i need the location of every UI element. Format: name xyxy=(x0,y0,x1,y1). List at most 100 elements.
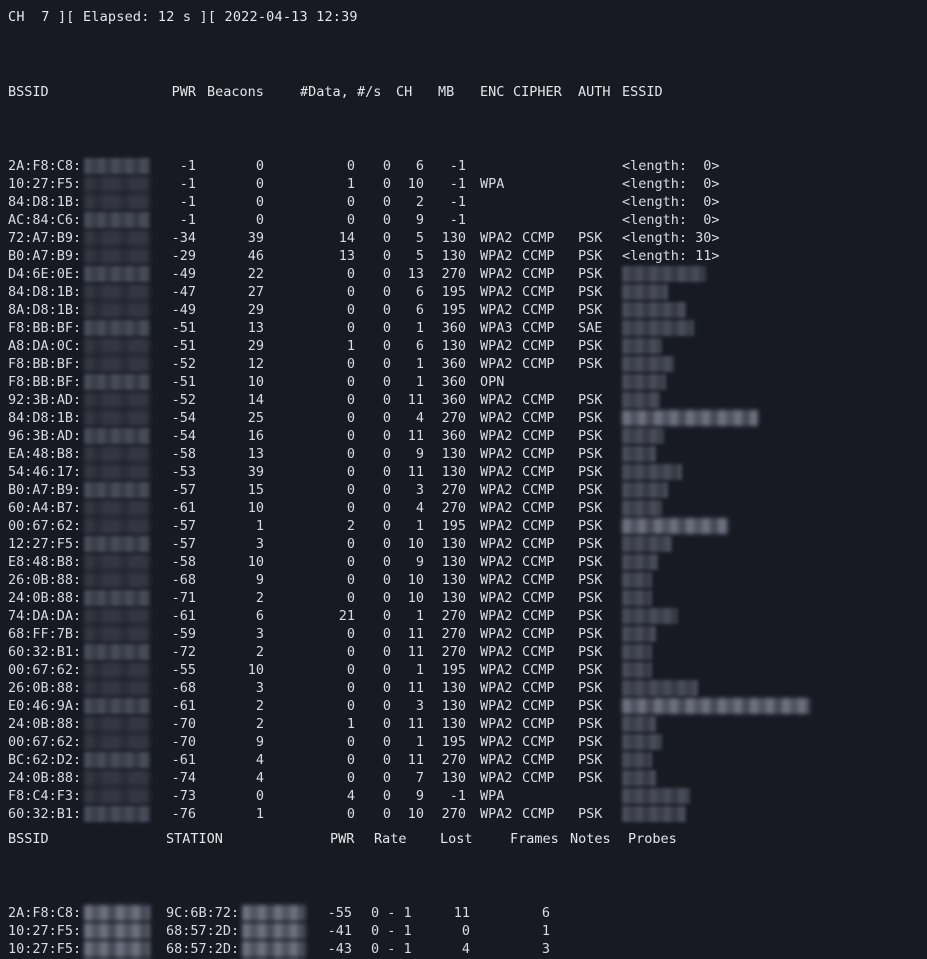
ap-essid-redaction xyxy=(622,464,682,480)
station-mac-redaction xyxy=(242,941,306,957)
ap-data: 0 xyxy=(346,644,355,660)
access-point-row[interactable]: 00:67:62: -70 9 0 0 1 195 WPA2 CCMP PSK xyxy=(0,733,927,751)
ap-auth: SAE xyxy=(578,320,603,336)
ap-beacons: 3 xyxy=(255,536,264,552)
station-col-pwr-header: PWR xyxy=(330,831,355,847)
access-point-row[interactable]: F8:BB:BF: -51 13 0 0 1 360 WPA3 CCMP SAE xyxy=(0,319,927,337)
ap-mb: 360 xyxy=(441,428,466,444)
ap-pwr: -71 xyxy=(171,590,196,606)
ap-pwr: -70 xyxy=(171,716,196,732)
station-row[interactable]: 2A:F8:C8: 9C:6B:72: -55 0 - 1 11 6 xyxy=(0,904,927,922)
ap-enc: WPA2 xyxy=(480,338,513,354)
ap-bssid: 10:27:F5: xyxy=(8,176,82,192)
ap-mb: 130 xyxy=(441,572,466,588)
col-essid-header: ESSID xyxy=(622,84,663,100)
ap-auth: PSK xyxy=(578,284,603,300)
access-point-row[interactable]: AC:84:C6: -1 0 0 0 9 -1 <length: 0> xyxy=(0,211,927,229)
ap-bssid: 8A:D8:1B: xyxy=(8,302,82,318)
ap-pwr: -54 xyxy=(171,428,196,444)
access-point-row[interactable]: EA:48:B8: -58 13 0 0 9 130 WPA2 CCMP PSK xyxy=(0,445,927,463)
ap-cipher: CCMP xyxy=(522,230,555,246)
access-point-row[interactable]: F8:BB:BF: -52 12 0 0 1 360 WPA2 CCMP PSK xyxy=(0,355,927,373)
access-point-row[interactable]: 24:0B:88: -70 2 1 0 11 130 WPA2 CCMP PSK xyxy=(0,715,927,733)
ap-bssid-redaction xyxy=(84,644,150,660)
ap-cipher: CCMP xyxy=(522,608,555,624)
ap-bssid: 00:67:62: xyxy=(8,662,82,678)
access-point-row[interactable]: 92:3B:AD: -52 14 0 0 11 360 WPA2 CCMP PSK xyxy=(0,391,927,409)
ap-pwr: -54 xyxy=(171,410,196,426)
ap-ch: 10 xyxy=(407,536,424,552)
ap-bssid-redaction xyxy=(84,158,150,174)
access-point-row[interactable]: 72:A7:B9: -34 39 14 0 5 130 WPA2 CCMP PSK <length:… xyxy=(0,229,927,247)
access-point-row[interactable]: BC:62:D2: -61 4 0 0 11 270 WPA2 CCMP PSK xyxy=(0,751,927,769)
station-pwr: -41 xyxy=(327,923,352,939)
ap-pwr: -53 xyxy=(171,464,196,480)
ap-bssid: 24:0B:88: xyxy=(8,716,82,732)
ap-bssid: BC:62:D2: xyxy=(8,752,82,768)
access-point-row[interactable]: 54:46:17: -53 39 0 0 11 130 WPA2 CCMP PSK xyxy=(0,463,927,481)
ap-auth: PSK xyxy=(578,734,603,750)
access-point-row[interactable]: 96:3B:AD: -54 16 0 0 11 360 WPA2 CCMP PSK xyxy=(0,427,927,445)
ap-enc: WPA2 xyxy=(480,662,513,678)
access-point-row[interactable]: 60:32:B1: -72 2 0 0 11 270 WPA2 CCMP PSK xyxy=(0,643,927,661)
col-cipher-header: CIPHER xyxy=(513,84,562,100)
ap-bssid-redaction xyxy=(84,608,150,624)
ap-mb: 270 xyxy=(441,266,466,282)
ap-mb: 130 xyxy=(441,536,466,552)
access-point-row[interactable]: D4:6E:0E: -49 22 0 0 13 270 WPA2 CCMP PSK xyxy=(0,265,927,283)
access-point-row[interactable]: 8A:D8:1B: -49 29 0 0 6 195 WPA2 CCMP PSK xyxy=(0,301,927,319)
access-point-row[interactable]: 10:27:F5: -1 0 1 0 10 -1 WPA <length: 0> xyxy=(0,175,927,193)
access-point-row[interactable]: 84:D8:1B: -1 0 0 0 2 -1 <length: 0> xyxy=(0,193,927,211)
ap-beacons: 3 xyxy=(255,680,264,696)
ap-bssid: 24:0B:88: xyxy=(8,770,82,786)
ap-ch: 6 xyxy=(415,284,424,300)
access-point-row[interactable]: 60:A4:B7: -61 10 0 0 4 270 WPA2 CCMP PSK xyxy=(0,499,927,517)
ap-cipher: CCMP xyxy=(522,752,555,768)
access-point-row[interactable]: 26:0B:88: -68 3 0 0 11 130 WPA2 CCMP PSK xyxy=(0,679,927,697)
access-point-row[interactable]: 84:D8:1B: -47 27 0 0 6 195 WPA2 CCMP PSK xyxy=(0,283,927,301)
access-point-row[interactable]: A8:DA:0C: -51 29 1 0 6 130 WPA2 CCMP PSK xyxy=(0,337,927,355)
ap-enc: WPA2 xyxy=(480,482,513,498)
access-point-row[interactable]: 26:0B:88: -68 9 0 0 10 130 WPA2 CCMP PSK xyxy=(0,571,927,589)
ap-data: 0 xyxy=(346,392,355,408)
ap-mb: 360 xyxy=(441,320,466,336)
station-frames: 6 xyxy=(541,905,550,921)
ap-enc: WPA2 xyxy=(480,644,513,660)
access-point-row[interactable]: B0:A7:B9: -57 15 0 0 3 270 WPA2 CCMP PSK xyxy=(0,481,927,499)
ap-enc: WPA2 xyxy=(480,284,513,300)
ap-bssid-redaction xyxy=(84,410,150,426)
col-beacons-header: Beacons xyxy=(207,84,264,100)
access-point-row[interactable]: 12:27:F5: -57 3 0 0 10 130 WPA2 CCMP PSK xyxy=(0,535,927,553)
ap-persec: 0 xyxy=(382,374,391,390)
access-point-row[interactable]: 00:67:62: -55 10 0 0 1 195 WPA2 CCMP PSK xyxy=(0,661,927,679)
ap-data: 0 xyxy=(346,680,355,696)
access-point-row[interactable]: F8:BB:BF: -51 10 0 0 1 360 OPN xyxy=(0,373,927,391)
ap-mb: 195 xyxy=(441,302,466,318)
access-point-row[interactable]: E8:48:B8: -58 10 0 0 9 130 WPA2 CCMP PSK xyxy=(0,553,927,571)
station-mac: 9C:6B:72: xyxy=(166,905,240,921)
ap-bssid: F8:BB:BF: xyxy=(8,374,82,390)
ap-essid-redaction xyxy=(622,608,678,624)
station-rows: 2A:F8:C8: 9C:6B:72: -55 0 - 1 11 6 10:27:F5: 68… xyxy=(0,904,927,959)
ap-cipher: CCMP xyxy=(522,626,555,642)
access-point-row[interactable]: 68:FF:7B: -59 3 0 0 11 270 WPA2 CCMP PSK xyxy=(0,625,927,643)
station-rate: 0 - 1 xyxy=(371,941,412,957)
access-point-row[interactable]: 24:0B:88: -71 2 0 0 10 130 WPA2 CCMP PSK xyxy=(0,589,927,607)
access-point-row[interactable]: E0:46:9A: -61 2 0 0 3 130 WPA2 CCMP PSK xyxy=(0,697,927,715)
access-point-row[interactable]: 00:67:62: -57 1 2 0 1 195 WPA2 CCMP PSK xyxy=(0,517,927,535)
ap-cipher: CCMP xyxy=(522,680,555,696)
station-row[interactable]: 10:27:F5: 68:57:2D: -43 0 - 1 4 3 xyxy=(0,940,927,958)
ap-persec: 0 xyxy=(382,446,391,462)
access-point-row[interactable]: 74:DA:DA: -61 6 21 0 1 270 WPA2 CCMP PSK xyxy=(0,607,927,625)
ap-bssid-redaction xyxy=(84,266,150,282)
ap-enc: WPA2 xyxy=(480,428,513,444)
ap-bssid: A8:DA:0C: xyxy=(8,338,82,354)
access-point-row[interactable]: B0:A7:B9: -29 46 13 0 5 130 WPA2 CCMP PSK <length:… xyxy=(0,247,927,265)
ap-enc: WPA2 xyxy=(480,248,513,264)
station-row[interactable]: 10:27:F5: 68:57:2D: -41 0 - 1 0 1 xyxy=(0,922,927,940)
ap-cipher: CCMP xyxy=(522,356,555,372)
access-point-row[interactable]: 24:0B:88: -74 4 0 0 7 130 WPA2 CCMP PSK xyxy=(0,769,927,787)
ap-beacons: 39 xyxy=(247,464,264,480)
access-point-row[interactable]: 2A:F8:C8: -1 0 0 0 6 -1 <length: 0> xyxy=(0,157,927,175)
access-point-row[interactable]: 84:D8:1B: -54 25 0 0 4 270 WPA2 CCMP PSK xyxy=(0,409,927,427)
